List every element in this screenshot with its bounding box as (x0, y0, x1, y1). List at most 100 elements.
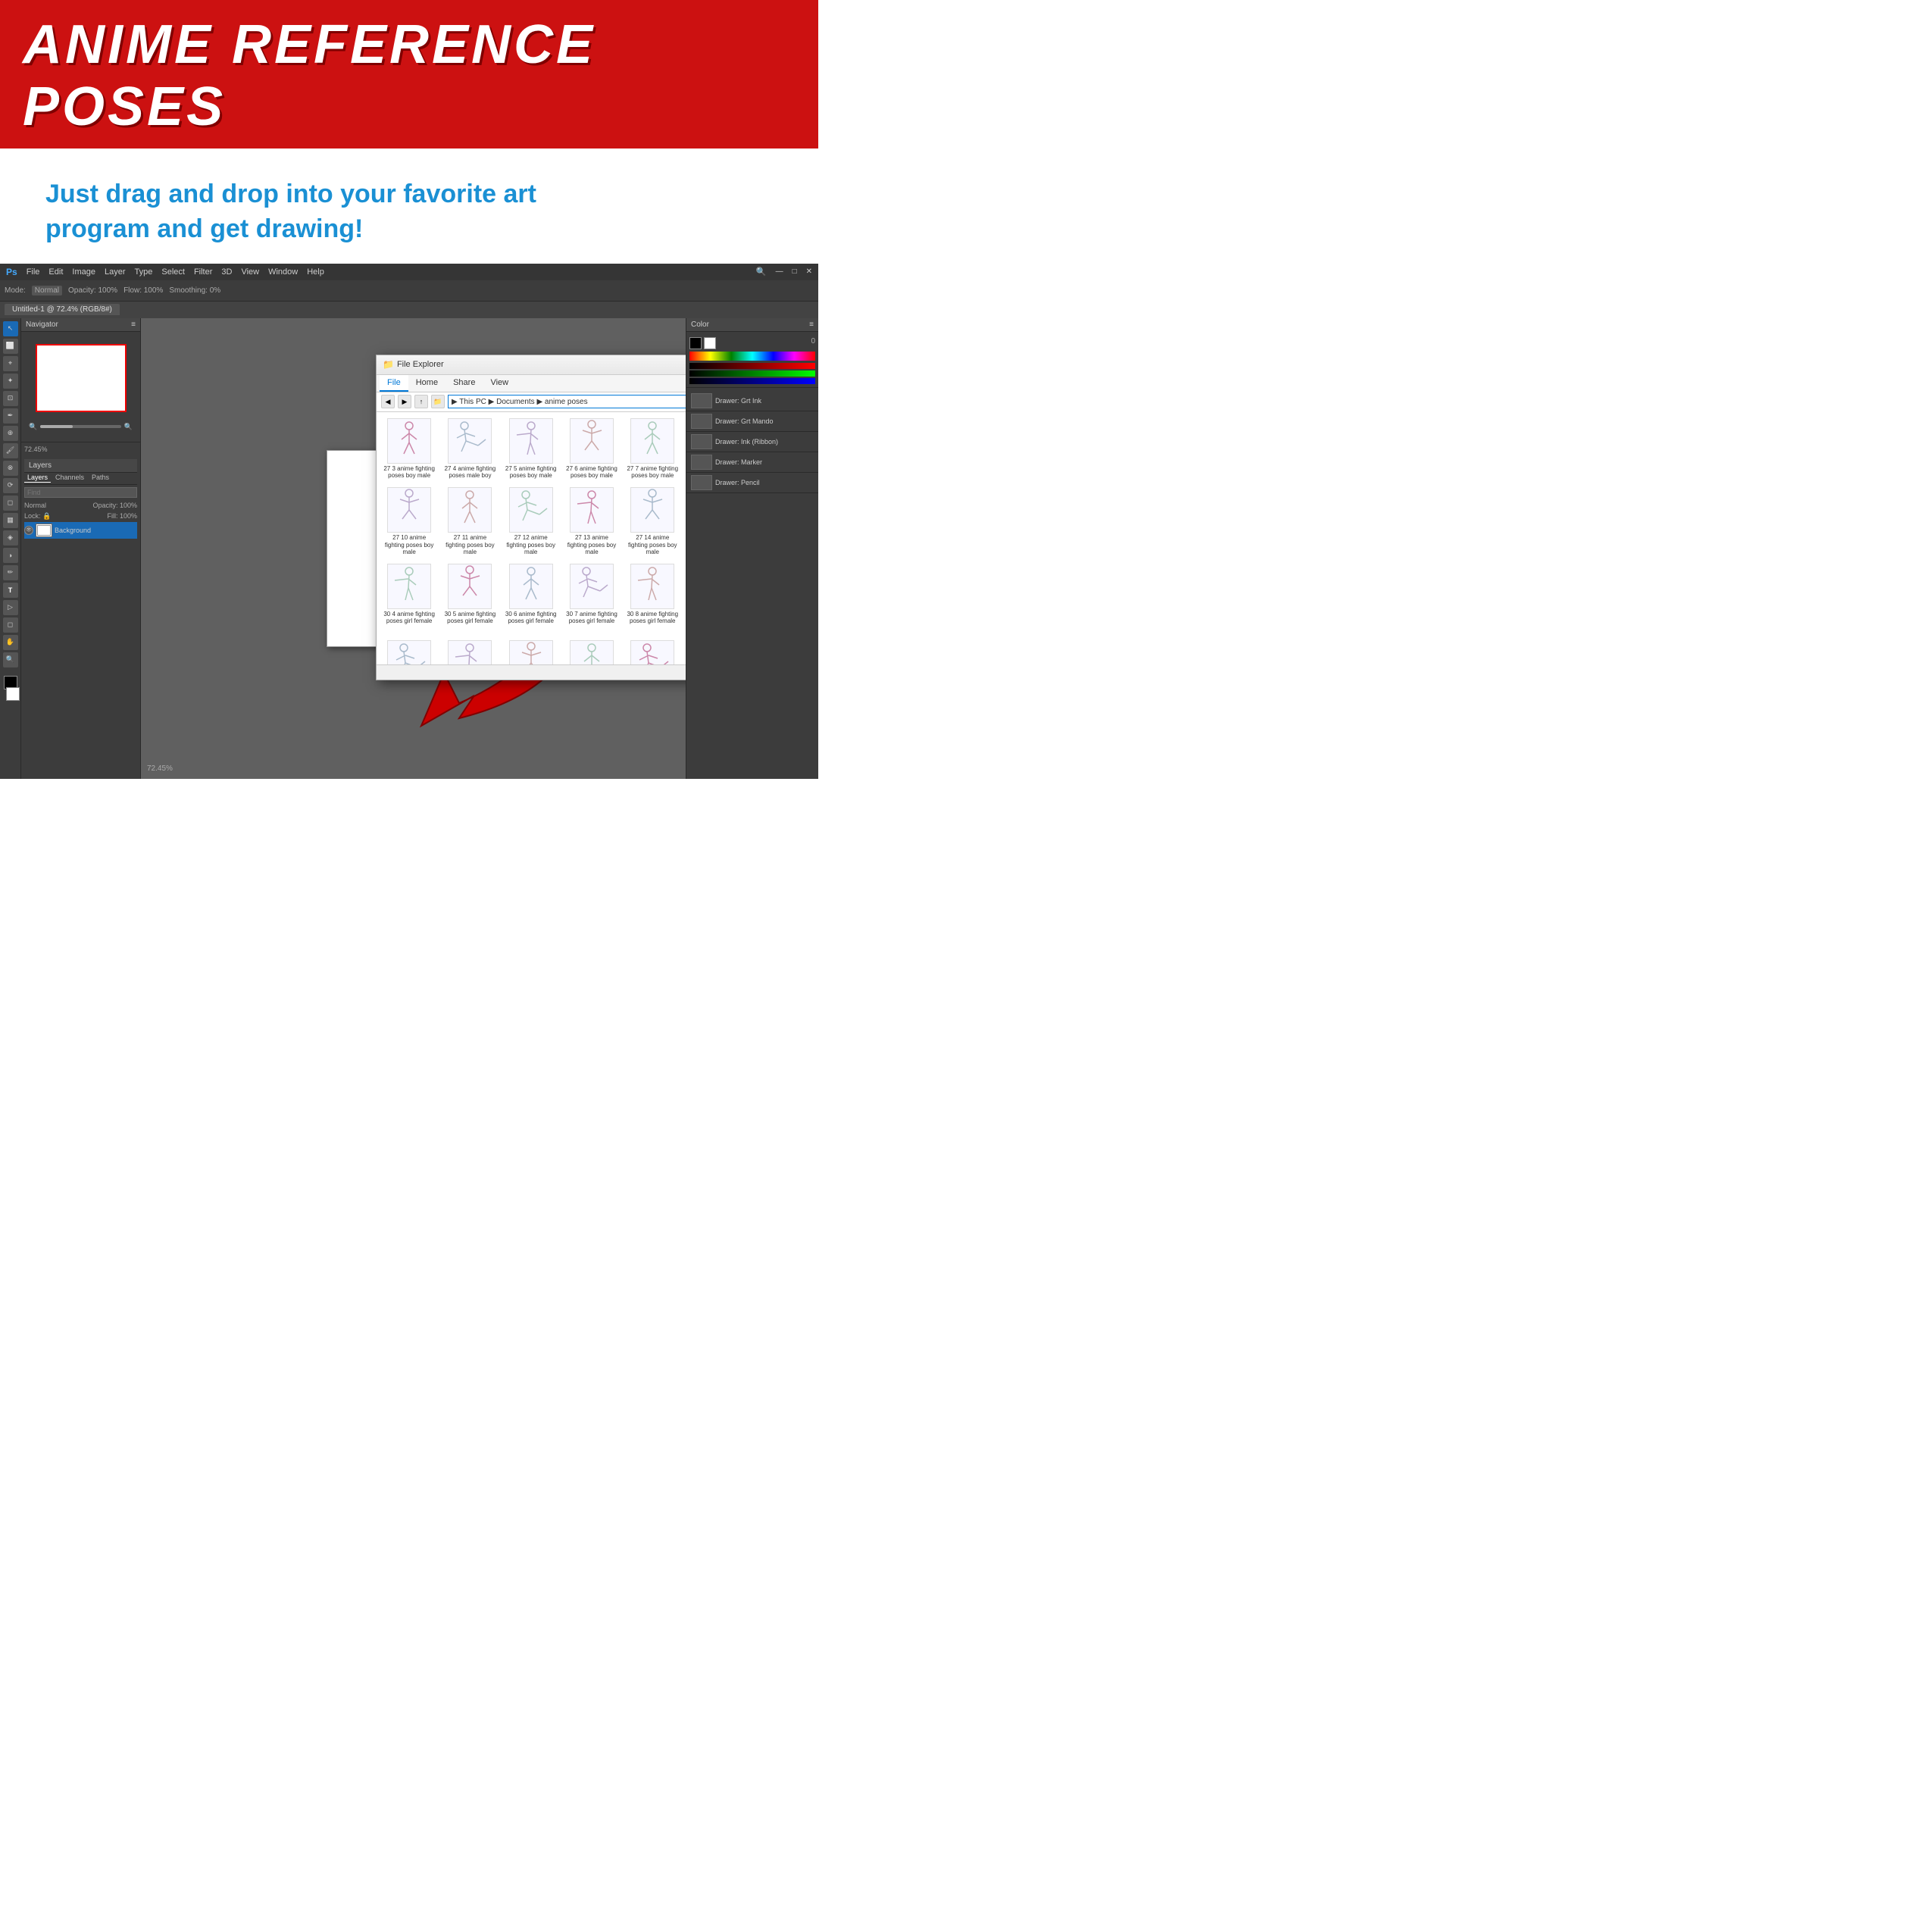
tool-heal[interactable]: ⊕ (3, 426, 18, 441)
file-item-f16[interactable]: 30 5 anime fighting poses girl female (440, 561, 499, 636)
file-item-f4[interactable]: 27 6 anime fighting poses boy male (562, 415, 621, 483)
tool-brush[interactable]: 🖌 (3, 443, 18, 458)
drawer-label: Drawer: Grt Ink (715, 397, 761, 405)
fe-up-btn[interactable]: ↑ (414, 395, 428, 408)
fe-back-btn[interactable]: ◀ (381, 395, 395, 408)
file-item-f22[interactable]: 30 11 anime fighting poses girl female (380, 637, 439, 664)
file-item-f18[interactable]: 30 7 anime fighting poses girl female (562, 561, 621, 636)
file-item-f12[interactable]: 27 14 anime fighting poses boy male (623, 484, 682, 559)
tool-clone[interactable]: ⊗ (3, 461, 18, 476)
file-thumbnail (570, 640, 614, 664)
fe-address-field[interactable]: ▶ This PC ▶ Documents ▶ anime poses (448, 395, 686, 408)
ps-minimize-btn[interactable]: — (776, 267, 783, 276)
file-label: 30 8 anime fighting poses girl female (626, 611, 679, 625)
menu-view[interactable]: View (241, 267, 259, 277)
ps-maximize-btn[interactable]: □ (792, 267, 797, 276)
file-item-f24[interactable]: 30 13 anime fighting poses girl female (502, 637, 561, 664)
tool-move[interactable]: ↖ (3, 321, 18, 336)
tool-eyedropper[interactable]: ✒ (3, 408, 18, 424)
file-item-f13[interactable]: 30 1 anime fighting poses girl female (683, 484, 686, 559)
tool-mode-value[interactable]: Normal (32, 286, 62, 295)
menu-help[interactable]: Help (307, 267, 324, 277)
menu-type[interactable]: Type (135, 267, 153, 277)
menu-layer[interactable]: Layer (105, 267, 126, 277)
file-item-f11[interactable]: 27 13 anime fighting poses boy male (562, 484, 621, 559)
file-item-f9[interactable]: 27 11 anime fighting poses boy male (440, 484, 499, 559)
file-item-f5[interactable]: 27 7 anime fighting poses boy male (623, 415, 682, 483)
file-item-f2[interactable]: 27 4 anime fighting poses male boy (440, 415, 499, 483)
file-item-f3[interactable]: 27 5 anime fighting poses boy male (502, 415, 561, 483)
file-item-f1[interactable]: 27 3 anime fighting poses boy male (380, 415, 439, 483)
fe-forward-btn[interactable]: ▶ (398, 395, 411, 408)
tab-layers[interactable]: Layers (24, 473, 51, 483)
file-thumbnail (630, 564, 674, 609)
file-item-f10[interactable]: 27 12 anime fighting poses boy male (502, 484, 561, 559)
tool-type[interactable]: T (3, 583, 18, 598)
layer-eye-icon[interactable]: 👁 (24, 526, 33, 535)
color-spectrum-bar[interactable] (689, 352, 815, 361)
red-slider[interactable] (689, 363, 815, 369)
ps-search-icon[interactable]: 🔍 (756, 267, 767, 277)
layer-opacity-label: Opacity: 100% (92, 502, 137, 509)
file-item-f15[interactable]: 30 4 anime fighting poses girl female (380, 561, 439, 636)
menu-image[interactable]: Image (72, 267, 95, 277)
file-item-f19[interactable]: 30 8 anime fighting poses girl female (623, 561, 682, 636)
tool-marquee[interactable]: ⬜ (3, 339, 18, 354)
menu-filter[interactable]: Filter (194, 267, 212, 277)
tab-paths[interactable]: Paths (89, 473, 112, 483)
tool-pen[interactable]: ✏ (3, 565, 18, 580)
tool-dodge[interactable]: ◑ (3, 548, 18, 563)
fe-folder-btn[interactable]: 📁 (431, 395, 445, 408)
layers-search-input[interactable] (24, 487, 137, 498)
menu-edit[interactable]: Edit (48, 267, 63, 277)
color-panel: 0 (686, 332, 818, 388)
fe-tab-home[interactable]: Home (408, 375, 445, 392)
fe-tab-view[interactable]: View (483, 375, 516, 392)
color-value: 0 (811, 337, 815, 349)
fg-color[interactable] (689, 337, 702, 349)
tool-crop[interactable]: ⊡ (3, 391, 18, 406)
tool-magic-wand[interactable]: ✦ (3, 374, 18, 389)
tool-gradient[interactable]: ▦ (3, 513, 18, 528)
tool-lasso[interactable]: ⌖ (3, 356, 18, 371)
tool-eraser[interactable]: ◻ (3, 496, 18, 511)
green-slider[interactable] (689, 370, 815, 377)
menu-select[interactable]: Select (161, 267, 185, 277)
drawer-thumbnail (691, 434, 712, 449)
tab-channels[interactable]: Channels (52, 473, 87, 483)
ps-close-btn[interactable]: ✕ (806, 267, 812, 276)
drawer-item-3[interactable]: Drawer: Marker (686, 452, 818, 473)
file-item-f25[interactable]: 30 14 anime fighting poses girl female (562, 637, 621, 664)
menu-3d[interactable]: 3D (221, 267, 232, 277)
file-item-f20[interactable]: 30 9 anime fighting poses girl female (683, 561, 686, 636)
file-item-f6[interactable]: 27 8 anime fighting poses boy male (683, 415, 686, 483)
drawer-item-1[interactable]: Drawer: Grt Mando (686, 411, 818, 432)
tool-shape[interactable]: ◻ (3, 617, 18, 633)
fe-file-grid: 27 3 anime fighting poses boy male 27 4 … (377, 412, 686, 664)
tool-history[interactable]: ⟳ (3, 478, 18, 493)
drawer-item-2[interactable]: Drawer: Ink (Ribbon) (686, 432, 818, 452)
drawer-item-4[interactable]: Drawer: Pencil (686, 473, 818, 493)
menu-window[interactable]: Window (268, 267, 298, 277)
background-layer[interactable]: 👁 Background (24, 522, 137, 539)
tool-blur[interactable]: ◈ (3, 530, 18, 546)
ps-document-tab[interactable]: Untitled-1 @ 72.4% (RGB/8#) (5, 304, 120, 315)
tool-zoom[interactable]: 🔍 (3, 652, 18, 667)
file-item-f27[interactable]: 30 16 anime fighting poses girl female (683, 637, 686, 664)
file-item-f26[interactable]: 30 15 anime fighting poses girl female (623, 637, 682, 664)
blue-slider[interactable] (689, 378, 815, 384)
file-item-f23[interactable]: 30 12 anime fighting poses girl female (440, 637, 499, 664)
drawer-item-0[interactable]: Drawer: Grt Ink (686, 391, 818, 411)
fe-tab-file[interactable]: File (380, 375, 408, 392)
bg-color-swatch[interactable] (6, 687, 20, 701)
color-panel-options[interactable]: ≡ (809, 320, 814, 329)
tool-path[interactable]: ▷ (3, 600, 18, 615)
menu-file[interactable]: File (27, 267, 40, 277)
file-item-f8[interactable]: 27 10 anime fighting poses boy male (380, 484, 439, 559)
navigator-options[interactable]: ≡ (131, 320, 136, 329)
tool-hand[interactable]: ✋ (3, 635, 18, 650)
fe-tab-share[interactable]: Share (445, 375, 483, 392)
color-panel-label: Color (691, 320, 709, 329)
file-item-f17[interactable]: 30 6 anime fighting poses girl female (502, 561, 561, 636)
bg-color[interactable] (704, 337, 716, 349)
